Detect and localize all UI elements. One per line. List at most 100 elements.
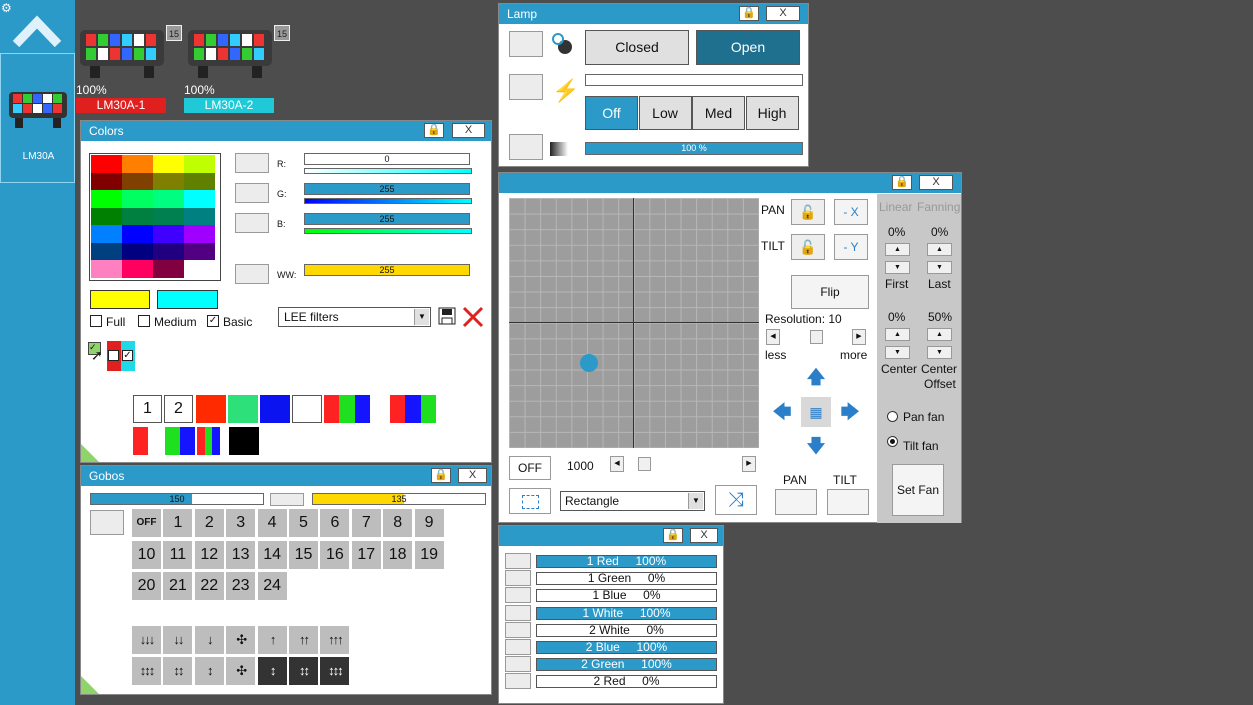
gobo-button[interactable]: 23 (226, 572, 256, 600)
pan-fan-radio[interactable] (887, 411, 898, 422)
gobo-button[interactable]: 16 (320, 540, 350, 569)
pan-tilt-grid[interactable] (509, 198, 759, 448)
gobo-button[interactable]: 2 (194, 509, 224, 537)
dimmer-toggle-button[interactable] (509, 134, 543, 160)
power-off-button[interactable]: Off (585, 96, 638, 130)
gobo-button[interactable]: 1 (163, 509, 193, 537)
palette-color-swatch[interactable] (184, 225, 215, 243)
lock-icon[interactable]: 🔒 (739, 6, 759, 21)
color-swatch-secondary[interactable] (157, 290, 218, 309)
delete-icon[interactable] (462, 306, 484, 328)
close-button[interactable]: X (458, 468, 487, 483)
option-checkbox[interactable] (138, 315, 150, 327)
tilt-button[interactable] (827, 489, 869, 515)
shape-select[interactable]: Rectangle ▼ (560, 491, 705, 511)
offset-down-button[interactable]: ▼ (927, 346, 952, 359)
offset-up-button[interactable]: ▲ (927, 328, 952, 341)
gobo-shake-button[interactable]: ↕↕↕ (132, 657, 161, 685)
palette-color-swatch[interactable] (91, 207, 122, 225)
preset-color-button[interactable] (229, 427, 259, 455)
channel-toggle-button[interactable] (235, 153, 269, 173)
preset-color-button[interactable] (197, 427, 227, 455)
preset-button[interactable]: 2 (164, 395, 193, 423)
save-icon[interactable] (438, 307, 456, 325)
palette-color-swatch[interactable] (91, 225, 122, 243)
color-pair-preview[interactable]: ✓ (107, 341, 135, 371)
gobo-button[interactable]: 24 (257, 572, 287, 600)
gobo-button[interactable]: 3 (226, 509, 256, 537)
gobo-side-button[interactable] (90, 510, 124, 535)
palette-color-swatch[interactable] (153, 225, 184, 243)
channel-toggle-button[interactable] (505, 656, 531, 673)
gobo-button[interactable]: OFF (132, 509, 161, 537)
channel-toggle-button[interactable] (505, 673, 531, 690)
set-fan-button[interactable]: Set Fan (892, 464, 944, 516)
gobo-button[interactable]: 12 (194, 540, 224, 569)
swap-icon[interactable]: ⤨ (715, 485, 757, 515)
close-button[interactable]: X (766, 6, 800, 21)
channel-toggle-button[interactable] (505, 587, 531, 604)
gobo-shake-button[interactable]: ↕↕ (163, 657, 193, 685)
preset-color-button[interactable] (228, 395, 258, 423)
palette-color-swatch[interactable] (184, 207, 215, 225)
preset-color-button[interactable] (292, 395, 322, 423)
gobo-button[interactable]: 10 (132, 540, 161, 569)
add-preset-icon[interactable] (81, 676, 99, 694)
shutter-closed-button[interactable]: Closed (585, 30, 689, 65)
channel-toggle-button[interactable] (505, 570, 531, 587)
preset-color-button[interactable] (390, 395, 436, 423)
gobo-button[interactable]: 22 (194, 572, 224, 600)
palette-color-swatch[interactable] (153, 190, 184, 208)
channel-bar[interactable]: 255 (304, 183, 470, 195)
last-up-button[interactable]: ▲ (927, 243, 952, 256)
arrow-left-button[interactable]: 🡄 (767, 397, 797, 427)
channel-level-row[interactable]: 2 Blue 100% (536, 641, 717, 654)
option-checkbox[interactable] (90, 315, 102, 327)
channel-level-row[interactable]: 1 White 100% (536, 606, 717, 620)
tilt-lock-button[interactable]: 🔓 (791, 234, 825, 260)
gobo-index-bar[interactable]: 135 (312, 493, 486, 505)
palette-color-swatch[interactable] (184, 242, 215, 260)
gobo-reset-button[interactable] (270, 493, 304, 506)
gobo-rotation-button[interactable]: ↑↑↑ (320, 626, 350, 654)
gobo-button[interactable]: 20 (132, 572, 161, 600)
channel-toggle-button[interactable] (505, 639, 531, 655)
channel-level-row[interactable]: 2 White 0% (536, 623, 717, 637)
gobo-shake-button[interactable]: ↕ (194, 657, 224, 685)
center-down-button[interactable]: ▼ (885, 346, 910, 359)
preset-color-button[interactable] (260, 395, 290, 423)
close-button[interactable]: X (452, 123, 485, 138)
gobo-button[interactable]: 8 (383, 509, 413, 537)
arrow-right-button[interactable]: 🡆 (835, 397, 865, 427)
palette-color-swatch[interactable] (184, 190, 215, 208)
palette-color-swatch[interactable] (153, 260, 184, 278)
invert-x-button[interactable]: - X (834, 199, 868, 225)
pan-lock-button[interactable]: 🔓 (791, 199, 825, 225)
channel-level-row[interactable]: 2 Green 100% (536, 658, 717, 672)
gobo-rotation-button[interactable]: ↑ (257, 626, 287, 654)
flip-button[interactable]: Flip (791, 275, 869, 309)
gobo-shake-button[interactable]: ↕↕ (289, 657, 318, 685)
channel-toggle-button[interactable] (235, 183, 269, 203)
palette-color-swatch[interactable] (91, 155, 122, 173)
palette-color-swatch[interactable] (122, 190, 153, 208)
sidebar-fixture[interactable]: LM30A (0, 53, 75, 183)
channel-bar[interactable]: 255 (304, 264, 470, 276)
fixture-card[interactable]: 15 100% LM30A-1 (76, 22, 182, 114)
gobo-button[interactable]: 5 (289, 509, 318, 537)
gobo-shake-button[interactable]: ↕ (257, 657, 287, 685)
power-low-button[interactable]: Low (638, 96, 692, 130)
arrow-up-button[interactable]: 🡅 (801, 362, 831, 392)
power-toggle-button[interactable] (509, 74, 543, 100)
channel-level-row[interactable]: 1 Red 100% (536, 555, 717, 568)
palette-color-swatch[interactable] (91, 190, 122, 208)
center-up-button[interactable]: ▲ (885, 328, 910, 341)
palette-color-swatch[interactable] (122, 155, 153, 173)
add-preset-icon[interactable] (81, 444, 99, 462)
preset-color-button[interactable] (324, 395, 370, 423)
close-button[interactable]: X (919, 175, 953, 190)
palette-color-swatch[interactable] (122, 225, 153, 243)
palette-color-swatch[interactable] (153, 207, 184, 225)
gobo-button[interactable]: 21 (163, 572, 193, 600)
last-down-button[interactable]: ▼ (927, 261, 952, 274)
